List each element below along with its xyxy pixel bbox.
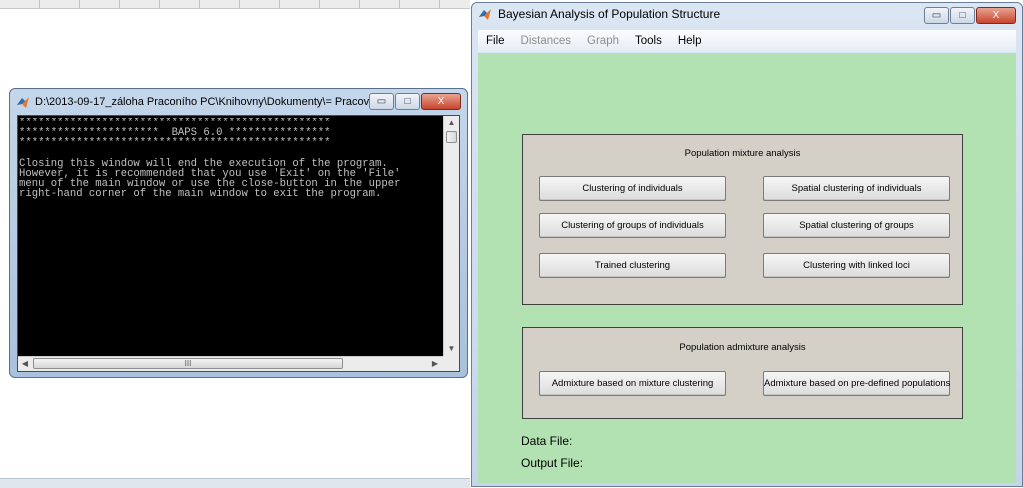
baps-titlebar[interactable]: Bayesian Analysis of Population Structur… bbox=[478, 7, 720, 21]
spatial-clustering-of-individuals-button[interactable]: Spatial clustering of individuals bbox=[763, 176, 950, 201]
console-title: D:\2013-09-17_záloha Praconího PC\Knihov… bbox=[35, 96, 393, 108]
baps-main-window[interactable]: Bayesian Analysis of Population Structur… bbox=[471, 2, 1023, 487]
console-horizontal-scrollbar[interactable]: ◀ III ▶ bbox=[18, 356, 459, 371]
data-file-label: Data File: bbox=[521, 434, 573, 448]
baps-minimize-button[interactable]: ▭ bbox=[924, 7, 949, 24]
console-maximize-button[interactable]: □ bbox=[395, 93, 420, 110]
console-text: ****************************************… bbox=[19, 118, 401, 201]
size-grip bbox=[443, 356, 459, 371]
scroll-left-arrow-icon[interactable]: ◀ bbox=[18, 357, 32, 371]
menu-bar: File Distances Graph Tools Help bbox=[478, 30, 1016, 52]
baps-window-controls: ▭ □ X bbox=[924, 7, 1016, 24]
menu-distances[interactable]: Distances bbox=[513, 35, 580, 47]
menu-help[interactable]: Help bbox=[670, 35, 710, 47]
matlab-icon bbox=[479, 9, 491, 20]
menu-tools[interactable]: Tools bbox=[627, 35, 670, 47]
baps-close-button[interactable]: X bbox=[976, 7, 1016, 24]
background-ruler bbox=[0, 0, 470, 9]
clustering-of-groups-button[interactable]: Clustering of groups of individuals bbox=[539, 213, 726, 238]
baps-client-area: Population mixture analysis Clustering o… bbox=[478, 53, 1016, 483]
vertical-scroll-thumb[interactable] bbox=[446, 131, 457, 143]
admixture-panel-title: Population admixture analysis bbox=[679, 342, 806, 353]
matlab-icon bbox=[17, 97, 29, 108]
admixture-predefined-populations-button[interactable]: Admixture based on pre-defined populatio… bbox=[763, 371, 950, 396]
admixture-mixture-clustering-button[interactable]: Admixture based on mixture clustering bbox=[539, 371, 726, 396]
population-admixture-panel: Population admixture analysis Admixture … bbox=[522, 327, 963, 419]
menu-graph[interactable]: Graph bbox=[579, 35, 627, 47]
scroll-down-arrow-icon[interactable]: ▼ bbox=[444, 342, 459, 356]
clustering-with-linked-loci-button[interactable]: Clustering with linked loci bbox=[763, 253, 950, 278]
scroll-right-arrow-icon[interactable]: ▶ bbox=[428, 357, 442, 371]
baps-window-title: Bayesian Analysis of Population Structur… bbox=[498, 7, 721, 21]
baps-maximize-button[interactable]: □ bbox=[950, 7, 975, 24]
console-vertical-scrollbar[interactable]: ▲ ▼ bbox=[443, 116, 459, 356]
console-minimize-button[interactable]: ▭ bbox=[369, 93, 394, 110]
trained-clustering-button[interactable]: Trained clustering bbox=[539, 253, 726, 278]
menu-file[interactable]: File bbox=[478, 35, 513, 47]
clustering-of-individuals-button[interactable]: Clustering of individuals bbox=[539, 176, 726, 201]
mixture-panel-title: Population mixture analysis bbox=[684, 148, 801, 159]
console-output-area[interactable]: ****************************************… bbox=[17, 115, 460, 372]
scroll-up-arrow-icon[interactable]: ▲ bbox=[444, 116, 459, 130]
console-close-button[interactable]: X bbox=[421, 93, 461, 110]
ruler-ticks bbox=[0, 0, 470, 8]
console-titlebar[interactable]: D:\2013-09-17_záloha Praconího PC\Knihov… bbox=[16, 91, 393, 113]
output-file-label: Output File: bbox=[521, 456, 584, 470]
population-mixture-panel: Population mixture analysis Clustering o… bbox=[522, 134, 963, 305]
spatial-clustering-of-groups-button[interactable]: Spatial clustering of groups bbox=[763, 213, 950, 238]
console-window[interactable]: D:\2013-09-17_záloha Praconího PC\Knihov… bbox=[9, 88, 468, 378]
horizontal-scroll-thumb[interactable]: III bbox=[33, 358, 343, 369]
console-window-controls: ▭ □ X bbox=[369, 93, 461, 110]
